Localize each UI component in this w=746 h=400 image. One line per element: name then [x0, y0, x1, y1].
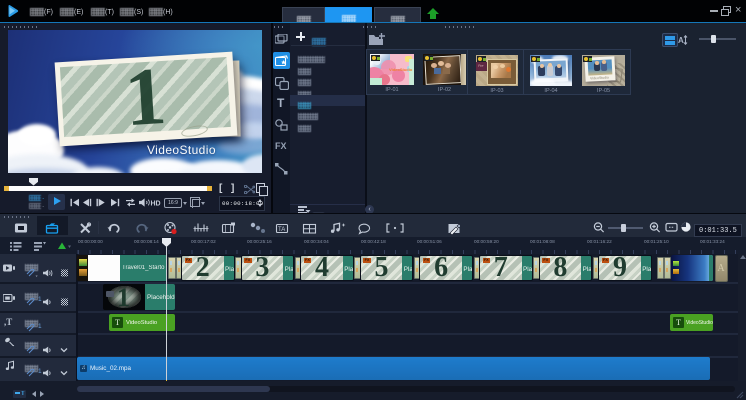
svg-text:TA: TA: [278, 227, 285, 233]
svg-text:HD: HD: [151, 200, 161, 207]
svg-text:A: A: [678, 36, 684, 45]
